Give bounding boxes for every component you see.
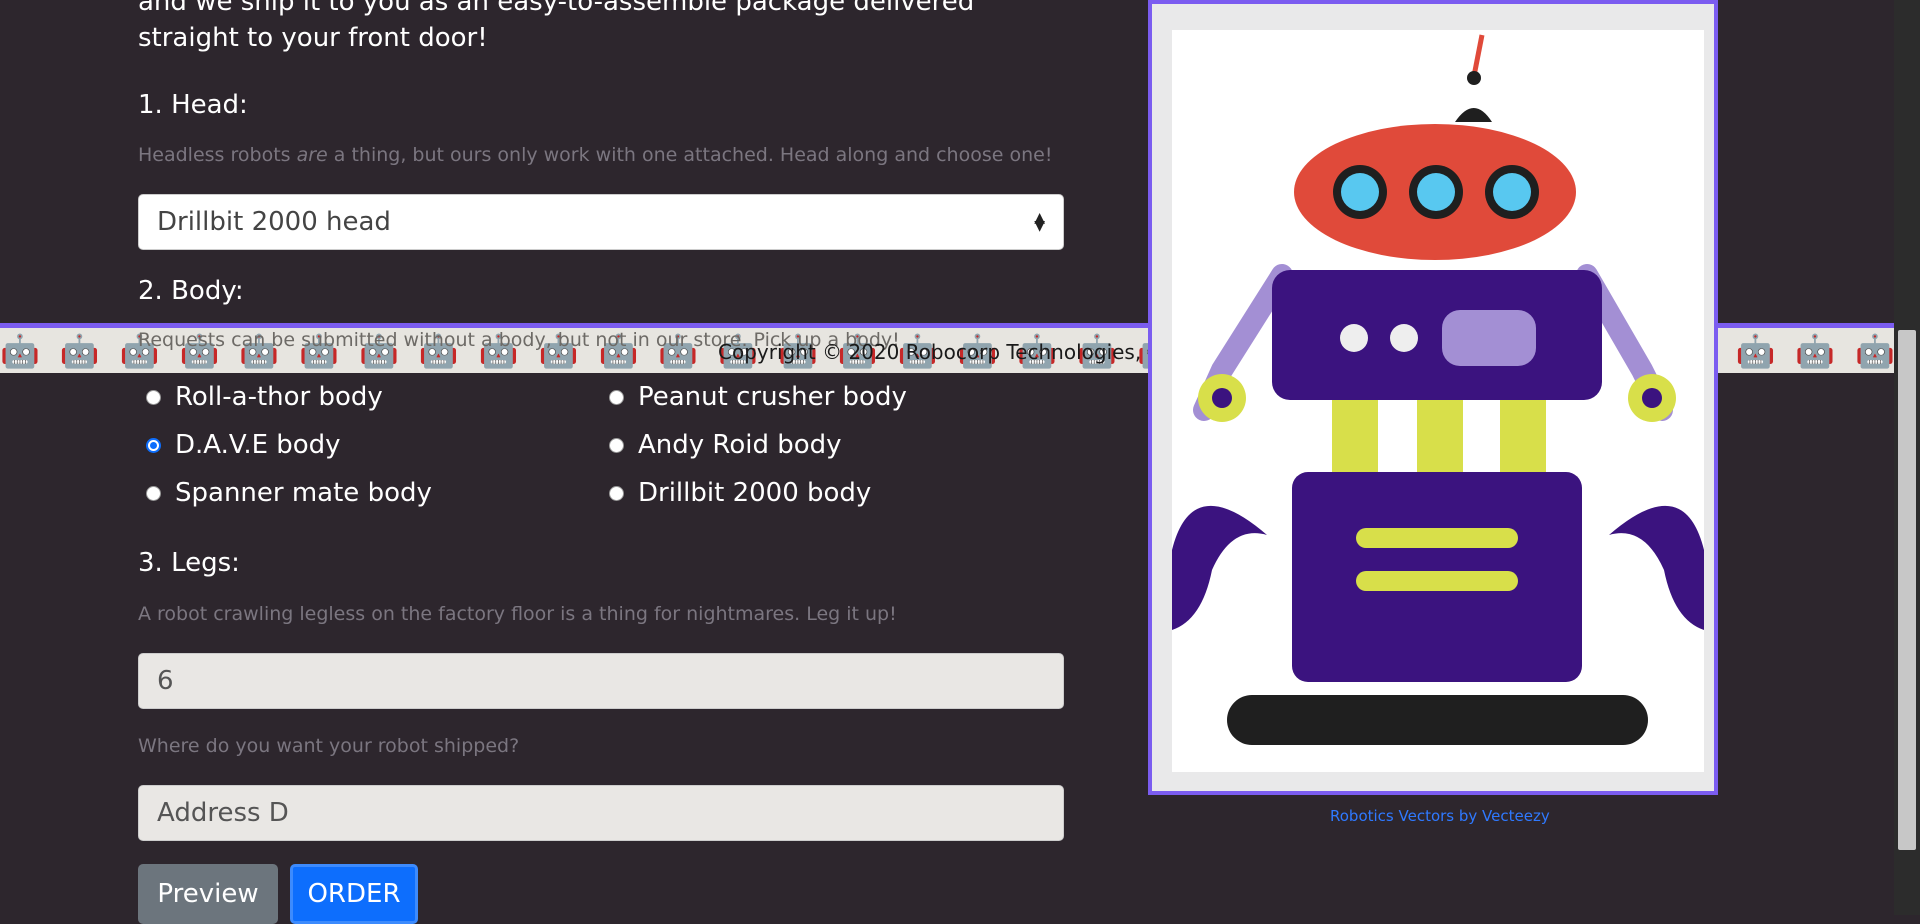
robot-illustration-icon [1172,34,1704,745]
body-option-dave[interactable]: D.A.V.E body [146,430,341,460]
legs-help: A robot crawling legless on the factory … [138,603,897,625]
select-arrows-icon: ▲ ▼ [1034,210,1045,234]
robot-preview-image [1172,30,1704,772]
head-title: 1. Head: [138,90,248,120]
legs-input[interactable]: 6 [138,653,1064,709]
body-option-label: Spanner mate body [175,478,432,508]
body-option-label: Andy Roid body [638,430,842,460]
body-option-label: D.A.V.E body [175,430,341,460]
image-credit-link[interactable]: Robotics Vectors by Vecteezy [1330,807,1550,825]
robot-preview-frame [1148,0,1718,795]
head-help: Headless robots are a thing, but ours on… [138,144,1052,166]
body-option-roll-a-thor[interactable]: Roll-a-thor body [146,382,383,412]
intro-text: and we ship it to you as an easy-to-asse… [138,0,975,53]
legs-input-value: 6 [157,666,174,696]
body-option-spanner-mate[interactable]: Spanner mate body [146,478,432,508]
scrollbar[interactable] [1894,0,1920,915]
radio-icon[interactable] [146,485,161,501]
body-option-andy-roid[interactable]: Andy Roid body [609,430,842,460]
address-question: Where do you want your robot shipped? [138,735,520,757]
body-option-label: Drillbit 2000 body [638,478,872,508]
radio-checked-icon[interactable] [146,437,161,453]
order-button[interactable]: ORDER [290,864,418,924]
body-option-drillbit-2000[interactable]: Drillbit 2000 body [609,478,871,508]
footer-copyright: Copyright © 2020 Robocorp Technologies, … [718,340,1154,364]
body-option-label: Peanut crusher body [638,382,907,412]
radio-icon[interactable] [146,389,161,405]
address-input-value: Address D [157,798,289,828]
radio-icon[interactable] [609,389,624,405]
head-help-after: a thing, but ours only work with one att… [327,144,1053,166]
body-option-peanut-crusher[interactable]: Peanut crusher body [609,382,907,412]
head-select[interactable]: Drillbit 2000 head ▲ ▼ [138,194,1064,250]
radio-icon[interactable] [609,437,624,453]
head-help-em: are [296,144,328,166]
preview-button[interactable]: Preview [138,864,278,924]
head-help-before: Headless robots [138,144,297,166]
radio-icon[interactable] [609,485,624,501]
address-input[interactable]: Address D [138,785,1064,841]
head-select-value: Drillbit 2000 head [157,207,391,237]
body-option-label: Roll-a-thor body [175,382,383,412]
body-title: 2. Body: [138,276,244,306]
scrollbar-thumb[interactable] [1898,330,1916,850]
legs-title: 3. Legs: [138,548,240,578]
